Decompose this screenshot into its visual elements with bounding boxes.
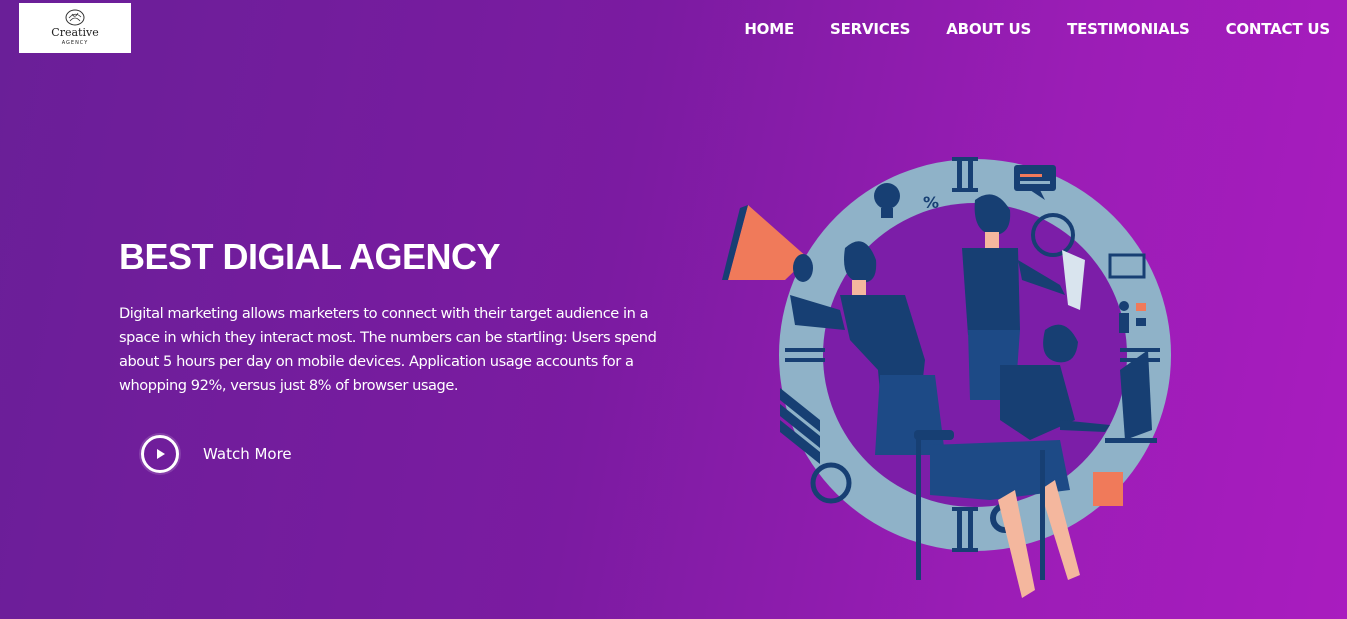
logo-title: Creative	[51, 26, 99, 39]
logo-subtitle: AGENCY	[61, 40, 89, 46]
logo[interactable]: Creative AGENCY	[19, 3, 131, 53]
play-icon[interactable]	[141, 435, 179, 473]
nav-services[interactable]: SERVICES	[830, 20, 910, 38]
clock-team-illustration: %	[722, 157, 1171, 598]
logo-leaf-icon	[65, 9, 85, 26]
nav-contact-us[interactable]: CONTACT US	[1226, 20, 1331, 38]
hero-title: BEST DIGIAL AGENCY	[119, 236, 501, 277]
nav-about-us[interactable]: ABOUT US	[946, 20, 1031, 38]
nav-testimonials[interactable]: TESTIMONIALS	[1067, 20, 1190, 38]
nav-home[interactable]: HOME	[744, 20, 794, 38]
notepad-icon	[1093, 472, 1123, 506]
hero-description: Digital marketing allows marketers to co…	[119, 305, 657, 394]
watch-more-button[interactable]: Watch More	[141, 435, 292, 473]
watch-more-label: Watch More	[203, 445, 292, 463]
megaphone-icon	[722, 205, 813, 282]
percent-icon: %	[923, 193, 939, 212]
main-nav: HOME SERVICES ABOUT US TESTIMONIALS CONT…	[744, 0, 1330, 57]
